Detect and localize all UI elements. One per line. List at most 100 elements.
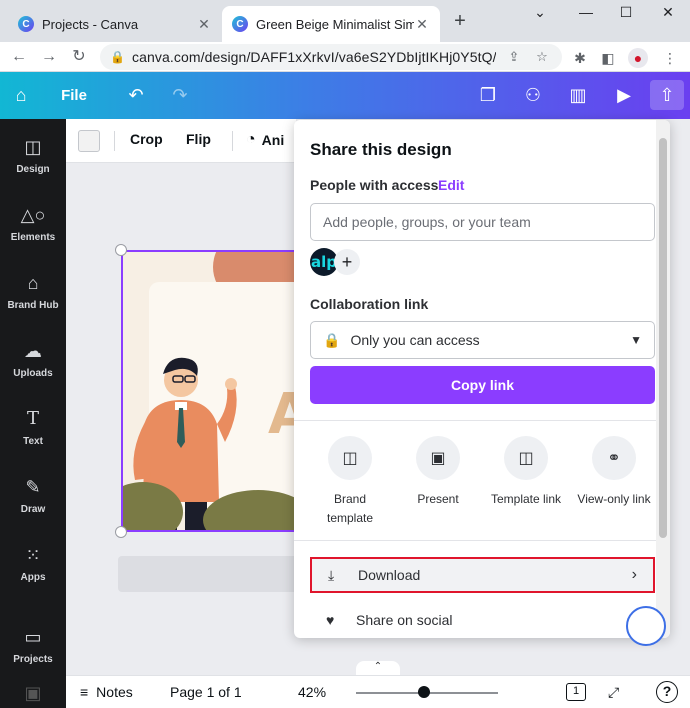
sidebar-item-draw[interactable]: ✎ Draw xyxy=(0,463,66,527)
apps-icon: ⁙ xyxy=(25,544,41,565)
option-label: Brand template xyxy=(326,492,374,525)
access-level-value: Only you can access xyxy=(350,332,480,348)
present-play-icon[interactable]: ▶ xyxy=(610,80,638,110)
browser-tab-design[interactable]: C Green Beige Minimalist Simple ✕ xyxy=(222,6,440,42)
help-fab-button[interactable] xyxy=(626,606,666,646)
notes-button[interactable]: ≡ Notes xyxy=(80,684,133,700)
color-swatch[interactable] xyxy=(78,130,100,152)
divider xyxy=(294,420,656,421)
editor-header: ⌂ File ↶ ↷ ❐ ⚇ ▥ ▶ ⇧ xyxy=(0,72,690,119)
tab-title: Green Beige Minimalist Simple xyxy=(256,16,414,32)
minimize-icon[interactable]: — xyxy=(566,0,606,30)
help-button[interactable]: ? xyxy=(656,681,678,703)
projects-icon: ▭ xyxy=(24,626,42,647)
forward-icon[interactable]: → xyxy=(38,46,60,68)
lock-icon: 🔒 xyxy=(323,331,341,348)
new-tab-icon[interactable]: + xyxy=(448,10,472,34)
sidebar-item-projects[interactable]: ▭ Projects xyxy=(0,613,66,677)
sidebar-item-brand-hub[interactable]: ⌂ Brand Hub xyxy=(0,259,66,323)
download-option[interactable]: ⤓ Download › xyxy=(310,557,655,593)
edit-access-link[interactable]: Edit xyxy=(438,177,464,193)
sidebar-item-label: Apps xyxy=(20,571,46,583)
toolbar-divider xyxy=(232,131,233,151)
tab-title: Projects - Canva xyxy=(42,16,139,32)
resize-handle[interactable] xyxy=(115,526,127,538)
download-label: Download xyxy=(358,567,421,583)
panel-scrollbar-thumb[interactable] xyxy=(659,138,667,538)
present-option[interactable]: ▣ Present xyxy=(394,436,482,509)
home-icon[interactable]: ⌂ xyxy=(8,80,34,110)
view-only-link-option[interactable]: ⚭ View-only link xyxy=(570,436,658,509)
sidebar-item-text[interactable]: T Text xyxy=(0,395,66,459)
resize-icon[interactable]: ❐ xyxy=(474,80,502,110)
share-page-icon[interactable]: ⇪ xyxy=(504,49,524,65)
sidebar-item-uploads[interactable]: ☁ Uploads xyxy=(0,327,66,391)
elements-icon: △○ xyxy=(20,204,46,225)
flip-button[interactable]: Flip xyxy=(186,131,211,147)
insights-icon[interactable]: ▥ xyxy=(564,80,592,110)
close-tab-icon[interactable]: ✕ xyxy=(196,16,212,33)
url-input[interactable]: 🔒 canva.com/design/DAFF1xXrkvI/va6eS2YDb… xyxy=(100,44,562,70)
sidebar-item-label: Uploads xyxy=(13,367,53,379)
page-indicator[interactable]: Page 1 of 1 xyxy=(170,684,242,700)
brand-template-option[interactable]: ◫ Brand template xyxy=(306,436,394,528)
zoom-level[interactable]: 42% xyxy=(298,684,326,700)
sidebar-item-apps[interactable]: ⁙ Apps xyxy=(0,531,66,595)
redo-icon[interactable]: ↷ xyxy=(168,80,192,110)
option-label: Template link xyxy=(490,492,562,506)
zoom-slider-handle[interactable] xyxy=(418,686,430,698)
share-upload-icon[interactable]: ⇧ xyxy=(650,80,684,110)
file-menu-button[interactable]: File xyxy=(56,80,92,110)
access-level-select[interactable]: 🔒 Only you can access ▼ xyxy=(310,321,655,359)
chevron-down-icon: ▼ xyxy=(630,333,642,347)
design-canvas[interactable]: A xyxy=(121,250,297,532)
sidebar-item-more[interactable]: ▣ xyxy=(0,679,66,708)
reload-icon[interactable]: ↻ xyxy=(68,46,90,68)
sidebar-item-label: Design xyxy=(16,163,50,175)
bookmark-star-icon[interactable]: ☆ xyxy=(532,49,552,65)
heart-icon: ♥ xyxy=(326,612,335,628)
browser-menu-icon[interactable]: ⋮ xyxy=(660,48,680,68)
close-window-icon[interactable]: ✕ xyxy=(648,0,688,30)
sidebar-item-label: Text xyxy=(23,435,43,447)
toolbar-divider xyxy=(114,131,115,151)
canva-favicon-icon: C xyxy=(18,16,34,32)
maximize-icon[interactable]: ☐ xyxy=(606,0,646,30)
collaborate-icon[interactable]: ⚇ xyxy=(518,80,548,110)
profile-avatar-icon[interactable]: ● xyxy=(628,48,648,68)
add-people-input[interactable]: Add people, groups, or your team xyxy=(310,203,655,241)
back-icon[interactable]: ← xyxy=(8,46,30,68)
sidebar-item-design[interactable]: ◫ Design xyxy=(0,123,66,187)
share-social-option[interactable]: ♥ Share on social › xyxy=(310,602,655,638)
editor-bottom-bar: ≡ Notes Page 1 of 1 42% 1 ⤢ ? xyxy=(66,675,690,708)
animate-button[interactable]: ◔ Ani xyxy=(246,131,284,149)
fullscreen-icon[interactable]: ⤢ xyxy=(608,684,619,701)
canva-favicon-icon: C xyxy=(232,16,248,32)
close-tab-icon[interactable]: ✕ xyxy=(414,16,430,33)
panel-scrollbar[interactable] xyxy=(656,120,670,638)
resize-handle[interactable] xyxy=(115,244,127,256)
add-person-icon[interactable]: + xyxy=(334,249,360,275)
add-page-bar[interactable] xyxy=(118,556,298,592)
crop-button[interactable]: Crop xyxy=(130,131,163,147)
notes-icon: ≡ xyxy=(80,684,89,700)
template-link-option[interactable]: ◫ Template link xyxy=(482,436,570,509)
browser-tab-projects[interactable]: C Projects - Canva ✕ xyxy=(8,6,222,42)
present-icon: ▣ xyxy=(416,436,460,480)
option-label: View-only link xyxy=(577,492,651,506)
side-panel-icon[interactable]: ◧ xyxy=(598,48,618,68)
sidebar-item-label: Elements xyxy=(10,231,56,243)
undo-icon[interactable]: ↶ xyxy=(124,80,148,110)
sidebar-item-elements[interactable]: △○ Elements xyxy=(0,191,66,255)
design-letter: A xyxy=(268,382,297,447)
page-grid-button[interactable]: 1 xyxy=(566,683,586,701)
copy-link-button[interactable]: Copy link xyxy=(310,366,655,404)
option-label: Present xyxy=(417,492,459,506)
extensions-icon[interactable]: ✱ xyxy=(570,48,590,68)
share-social-label: Share on social xyxy=(356,612,453,628)
notes-label: Notes xyxy=(96,684,133,700)
share-panel: Share this design People with access Edi… xyxy=(294,120,670,638)
draw-icon: ✎ xyxy=(25,476,41,497)
chevron-right-icon: › xyxy=(631,566,637,583)
tab-search-icon[interactable]: ⌄ xyxy=(520,0,560,30)
